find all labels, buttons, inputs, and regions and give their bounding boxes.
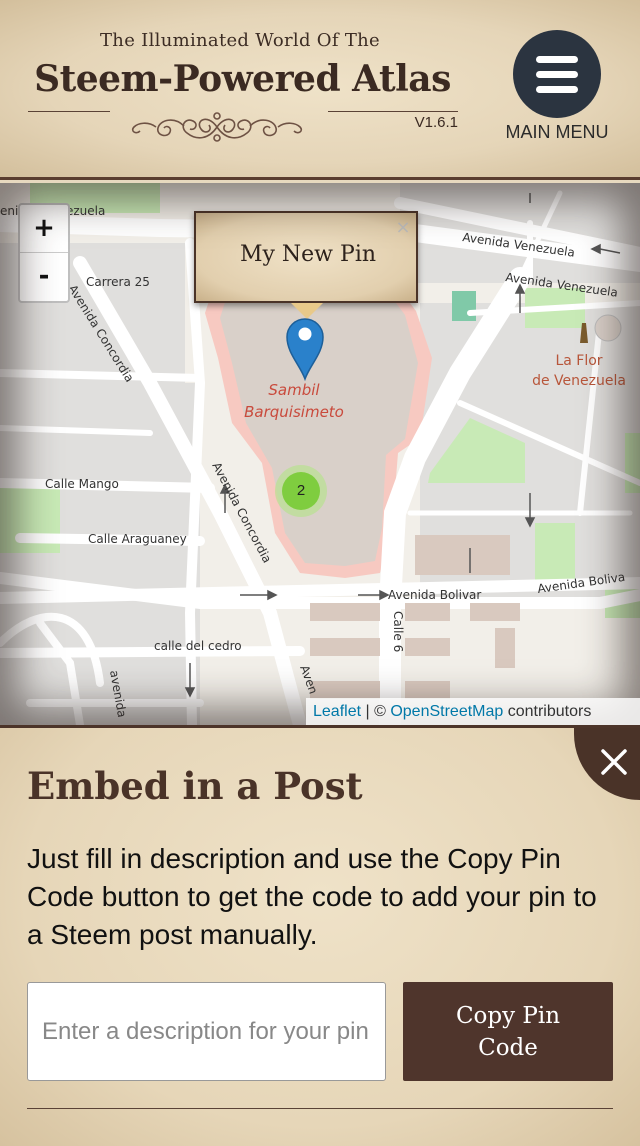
map-label-aven-bottom: Aven — [297, 663, 320, 696]
map-label-avenida-venezuela-1: Avenida Venezuela — [462, 230, 576, 260]
map-label-sambil: Sambil — [268, 381, 320, 399]
version-label: V1.6.1 — [414, 114, 458, 131]
zoom-out-button[interactable]: - — [20, 253, 68, 301]
popup-title: My New Pin — [239, 242, 377, 267]
panel-title: Embed in a Post — [27, 764, 363, 808]
leaflet-link[interactable]: Leaflet — [313, 703, 361, 720]
header-rule-left — [28, 111, 110, 112]
map-label-carrera-25: Carrera 25 — [86, 275, 150, 289]
zoom-in-button[interactable]: + — [20, 205, 68, 253]
map-label-barquisimeto: Barquisimeto — [244, 403, 344, 421]
panel-close-button[interactable] — [574, 728, 640, 800]
attribution-suffix: contributors — [503, 703, 592, 720]
map-label-avenida-bolivar-2: Avenida Boliva — [536, 570, 626, 596]
main-menu-button[interactable] — [513, 30, 601, 118]
copy-pin-code-button[interactable]: Copy Pin Code — [403, 982, 613, 1081]
app-title: Steem-Powered Atlas — [34, 58, 451, 100]
popup-close-button[interactable]: × — [394, 219, 412, 237]
map-label-venezuela-left: ezuela — [66, 204, 105, 218]
ornament-flourish-icon — [131, 112, 303, 142]
attribution-separator: | © — [361, 703, 391, 720]
map-label-avenida-concordia-2: Avenida Concordia — [209, 460, 274, 565]
map-label-avenida-concordia-1: Avenida Concordia — [65, 282, 136, 384]
embed-panel: Embed in a Post Just fill in description… — [0, 725, 640, 1146]
map-label-avenida-bottom: avenida — [107, 669, 129, 718]
app-header: The Illuminated World Of The Steem-Power… — [0, 0, 640, 180]
map-label-avenida-bolivar-1: Avenida Bolivar — [388, 588, 481, 602]
panel-divider — [27, 1108, 613, 1109]
panel-description: Just fill in description and use the Cop… — [27, 843, 597, 950]
marker-cluster[interactable]: 2 — [275, 465, 327, 517]
map-label-calle-6: Calle 6 — [391, 611, 405, 652]
map-label-eni: eni — [0, 204, 18, 218]
map-label-calle-del-cedro: calle del cedro — [154, 639, 242, 653]
pin-description-input[interactable] — [27, 982, 386, 1081]
pin-popup: My New Pin × — [194, 211, 418, 303]
map-pin-marker-icon[interactable] — [283, 315, 327, 381]
main-menu-label[interactable]: MAIN MENU — [496, 122, 618, 143]
map-label-la-flor: La Flor — [555, 353, 602, 369]
zoom-control: + - — [18, 203, 70, 303]
map-label-calle-mango: Calle Mango — [45, 477, 119, 491]
map-label-de-venezuela: de Venezuela — [532, 373, 626, 389]
close-icon — [601, 749, 627, 775]
map-label-calle-araguaney: Calle Araguaney — [88, 532, 187, 546]
header-rule-right — [328, 111, 458, 112]
map-label-avenida-venezuela-2: Avenida Venezuela — [505, 270, 619, 300]
openstreetmap-link[interactable]: OpenStreetMap — [390, 703, 503, 720]
map-attribution: Leaflet | © OpenStreetMap contributors — [306, 698, 640, 725]
cluster-count: 2 — [282, 472, 320, 510]
app-subtitle: The Illuminated World Of The — [100, 30, 380, 51]
map-view[interactable]: eni ezuela Avenida Venezuela Avenida Ven… — [0, 183, 640, 725]
